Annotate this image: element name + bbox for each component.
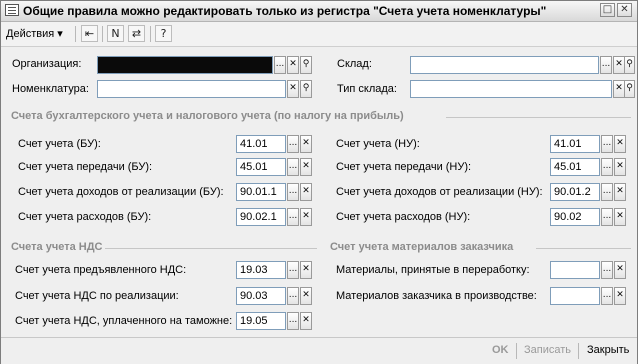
nomenclature-clear-button[interactable]: ✕ <box>287 80 299 98</box>
customer-materials-group-title: Счет учета материалов заказчика <box>330 241 514 253</box>
vat-account-field[interactable]: 90.03 <box>236 287 286 305</box>
account-bu-select-button[interactable]: ... <box>287 183 299 201</box>
account-nu-field[interactable]: 45.01 <box>550 158 600 176</box>
nomenclature-field[interactable] <box>97 80 286 98</box>
toolbar-divider <box>150 26 151 42</box>
account-bu-clear-button[interactable]: ✕ <box>300 183 312 201</box>
formula-icon[interactable]: Ν <box>107 25 124 42</box>
account-nu-label: Счет учета расходов (НУ): <box>336 211 471 223</box>
group-divider <box>536 248 631 249</box>
customer-material-account-label: Материалы, принятые в переработку: <box>336 264 530 276</box>
account-bu-clear-button[interactable]: ✕ <box>300 208 312 226</box>
maximize-button[interactable]: □ <box>600 3 615 17</box>
customer-material-account-clear-button[interactable]: ✕ <box>614 287 626 305</box>
warehouse-type-label: Тип склада: <box>337 83 397 95</box>
account-nu-label: Счет учета доходов от реализации (НУ): <box>336 186 543 198</box>
close-window-button[interactable]: ✕ <box>617 3 632 17</box>
customer-material-account-field[interactable] <box>550 261 600 279</box>
account-nu-select-button[interactable]: ... <box>601 135 613 153</box>
account-nu-clear-button[interactable]: ✕ <box>614 158 626 176</box>
footer-divider <box>578 343 579 359</box>
account-nu-label: Счет учета (НУ): <box>336 138 420 150</box>
account-nu-clear-button[interactable]: ✕ <box>614 208 626 226</box>
close-button[interactable]: Закрыть <box>587 344 629 356</box>
toolbar-divider <box>102 26 103 42</box>
account-nu-select-button[interactable]: ... <box>601 208 613 226</box>
customer-material-account-select-button[interactable]: ... <box>601 287 613 305</box>
organization-open-button[interactable]: ⚲ <box>300 56 312 74</box>
warehouse-open-button[interactable]: ⚲ <box>624 56 635 74</box>
account-bu-label: Счет учета доходов от реализации (БУ): <box>18 186 224 198</box>
vat-account-field[interactable]: 19.03 <box>236 261 286 279</box>
help-icon[interactable]: ? <box>155 25 172 42</box>
vat-account-field[interactable]: 19.05 <box>236 312 286 330</box>
title-bar[interactable]: Общие правила можно редактировать только… <box>1 1 637 22</box>
organization-label: Организация: <box>12 58 82 70</box>
footer-bar: OK Записать Закрыть <box>1 337 637 364</box>
nomenclature-open-button[interactable]: ⚲ <box>300 80 312 98</box>
organization-field[interactable] <box>97 56 273 74</box>
actions-menu-label: Действия <box>6 28 55 40</box>
refresh-icon[interactable]: ⇄ <box>128 25 145 42</box>
warehouse-type-field[interactable] <box>410 80 612 98</box>
account-bu-select-button[interactable]: ... <box>287 158 299 176</box>
customer-material-account-select-button[interactable]: ... <box>601 261 613 279</box>
account-nu-field[interactable]: 41.01 <box>550 135 600 153</box>
account-nu-field[interactable]: 90.02 <box>550 208 600 226</box>
warehouse-label: Склад: <box>337 58 372 70</box>
account-nu-clear-button[interactable]: ✕ <box>614 183 626 201</box>
vat-account-label: Счет учета НДС по реализации: <box>15 290 179 302</box>
account-bu-label: Счет учета расходов (БУ): <box>18 211 152 223</box>
account-bu-field[interactable]: 41.01 <box>236 135 286 153</box>
account-nu-clear-button[interactable]: ✕ <box>614 135 626 153</box>
toolbar-divider <box>75 26 76 42</box>
warehouse-select-button[interactable]: ... <box>600 56 612 74</box>
actions-menu[interactable]: Действия ▾ <box>6 27 63 40</box>
account-bu-clear-button[interactable]: ✕ <box>300 158 312 176</box>
account-bu-label: Счет учета передачи (БУ): <box>18 161 153 173</box>
account-bu-label: Счет учета (БУ): <box>18 138 101 150</box>
vat-account-label: Счет учета НДС, уплаченного на таможне: <box>15 315 233 327</box>
form-icon <box>5 4 19 16</box>
vat-account-clear-button[interactable]: ✕ <box>300 287 312 305</box>
nomenclature-label: Номенклатура: <box>12 83 89 95</box>
customer-material-account-clear-button[interactable]: ✕ <box>614 261 626 279</box>
account-bu-select-button[interactable]: ... <box>287 135 299 153</box>
account-bu-field[interactable]: 90.01.1 <box>236 183 286 201</box>
customer-material-account-field[interactable] <box>550 287 600 305</box>
warehouse-field[interactable] <box>410 56 599 74</box>
window-title: Общие правила можно редактировать только… <box>23 4 547 18</box>
organization-clear-button[interactable]: ✕ <box>287 56 299 74</box>
back-arrow-icon[interactable]: ⇤ <box>81 25 98 42</box>
vat-account-clear-button[interactable]: ✕ <box>300 261 312 279</box>
account-bu-field[interactable]: 45.01 <box>236 158 286 176</box>
vat-group-title: Счета учета НДС <box>11 241 103 253</box>
customer-material-account-label: Материалов заказчика в производстве: <box>336 290 537 302</box>
account-bu-field[interactable]: 90.02.1 <box>236 208 286 226</box>
account-bu-select-button[interactable]: ... <box>287 208 299 226</box>
group-divider <box>105 248 317 249</box>
organization-select-button[interactable]: ... <box>274 56 286 74</box>
account-nu-label: Счет учета передачи (НУ): <box>336 161 472 173</box>
toolbar: Действия ▾ ⇤ Ν ⇄ ? <box>1 22 637 47</box>
footer-divider <box>516 343 517 359</box>
group-divider <box>446 117 631 118</box>
vat-account-select-button[interactable]: ... <box>287 287 299 305</box>
accounts-group-title: Счета бухгалтерского учета и налогового … <box>11 110 404 122</box>
account-nu-select-button[interactable]: ... <box>601 158 613 176</box>
vat-account-select-button[interactable]: ... <box>287 312 299 330</box>
vat-account-select-button[interactable]: ... <box>287 261 299 279</box>
vat-account-clear-button[interactable]: ✕ <box>300 312 312 330</box>
ok-button[interactable]: OK <box>492 344 509 356</box>
warehouse-type-open-button[interactable]: ⚲ <box>624 80 635 98</box>
vat-account-label: Счет учета предъявленного НДС: <box>15 264 187 276</box>
dialog-window: Общие правила можно редактировать только… <box>0 0 638 364</box>
account-nu-select-button[interactable]: ... <box>601 183 613 201</box>
account-nu-field[interactable]: 90.01.2 <box>550 183 600 201</box>
save-button[interactable]: Записать <box>524 344 571 356</box>
chevron-down-icon: ▾ <box>57 28 63 40</box>
account-bu-clear-button[interactable]: ✕ <box>300 135 312 153</box>
